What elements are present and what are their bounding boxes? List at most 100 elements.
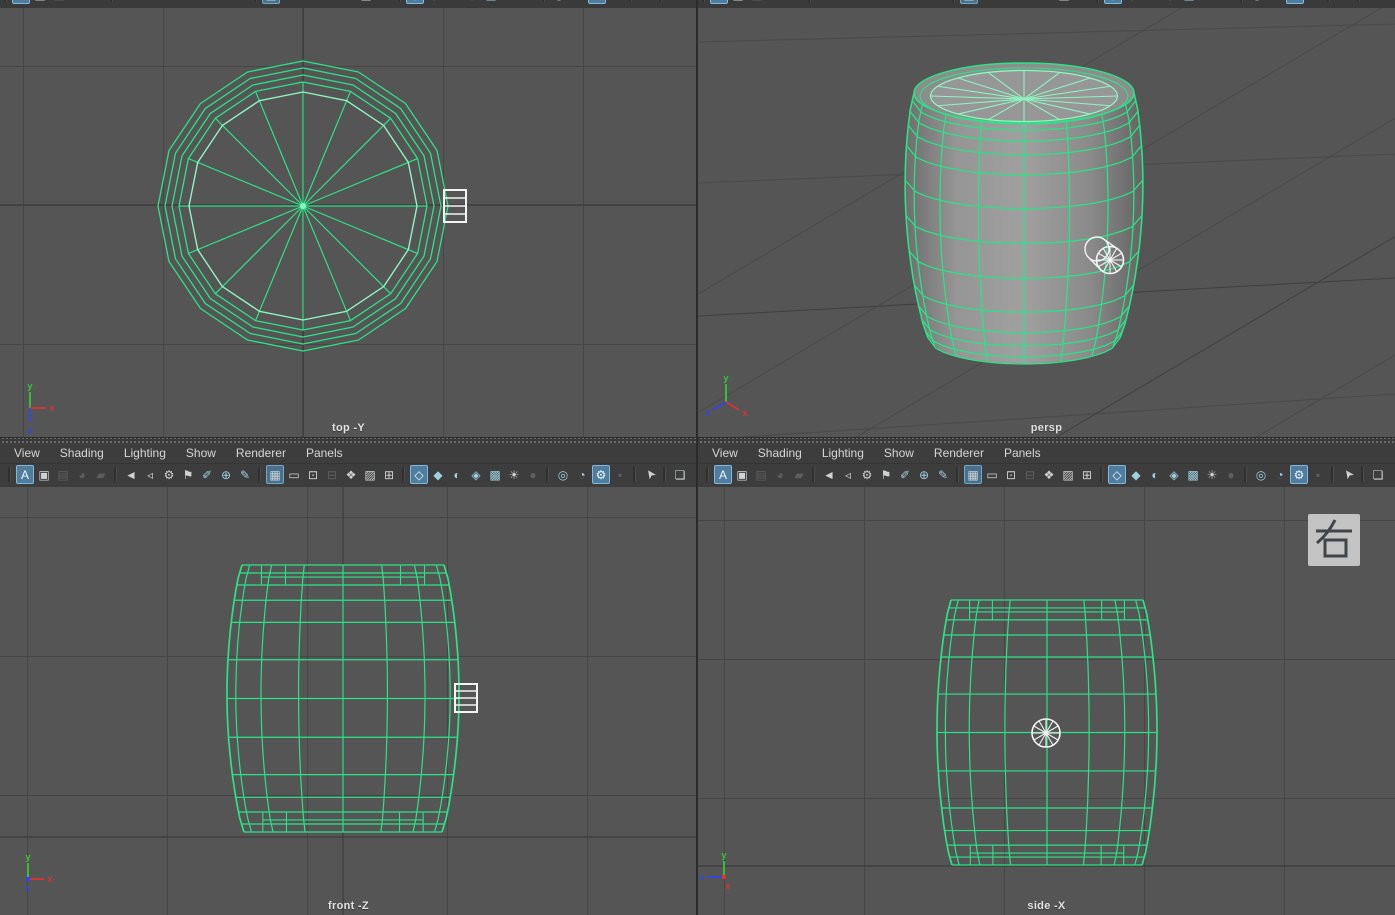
marquee-select-icon[interactable]: ▣ <box>35 465 53 484</box>
gate-mask-icon[interactable]: ⊟ <box>319 0 337 4</box>
default-lighting-icon[interactable]: ☀ <box>501 0 519 4</box>
smooth-shade-icon[interactable]: ◆ <box>425 0 443 4</box>
camera-attributes-icon[interactable]: ⚙ <box>160 465 178 484</box>
lock-camera-icon[interactable]: ◃ <box>835 0 853 4</box>
select-camera-icon[interactable]: ◄ <box>122 465 140 484</box>
field-chart-icon[interactable]: ❖ <box>338 0 356 4</box>
grid-toggle-icon[interactable]: ▦ <box>262 0 280 4</box>
menu-shading[interactable]: Shading <box>60 443 104 464</box>
grease-pencil-icon[interactable]: ✐ <box>194 0 212 4</box>
viewport-front[interactable]: yxz front -Z <box>0 487 697 915</box>
wireframe-display-icon[interactable]: ◇ <box>1108 465 1126 484</box>
film-gate-icon[interactable]: ▭ <box>979 0 997 4</box>
annotate-pencil-icon[interactable]: ✎ <box>930 0 948 4</box>
select-camera-icon[interactable]: ◄ <box>816 0 834 4</box>
default-lighting-icon[interactable]: ☀ <box>1199 0 1217 4</box>
safe-title-icon[interactable]: ⊞ <box>1074 0 1092 4</box>
wireframe-display-icon[interactable]: ◇ <box>1104 0 1122 4</box>
panel-layout-icon[interactable]: ❏ <box>671 465 689 484</box>
menu-panels[interactable]: Panels <box>306 443 343 464</box>
shadows-toggle-icon[interactable]: ● <box>1218 0 1236 4</box>
barrel-object[interactable] <box>227 565 459 832</box>
select-camera-icon[interactable]: ◄ <box>118 0 136 4</box>
gamma-icon[interactable]: ◔ <box>1271 465 1289 484</box>
paint-select-icon[interactable]: ◕ <box>767 0 785 4</box>
wireframe-display-icon[interactable]: ◇ <box>406 0 424 4</box>
menu-view[interactable]: View <box>712 443 738 464</box>
menu-show[interactable]: Show <box>884 443 914 464</box>
lasso-select-icon[interactable]: ▤ <box>748 0 766 4</box>
wireframe-on-shaded-icon[interactable]: ▩ <box>1180 0 1198 4</box>
flat-shade-icon[interactable]: ◐ <box>1142 0 1160 4</box>
shadows-toggle-icon[interactable]: ● <box>524 465 542 484</box>
menu-renderer[interactable]: Renderer <box>236 443 286 464</box>
wireframe-on-shaded-icon[interactable]: ▩ <box>486 465 504 484</box>
viewport-renderer-settings-icon[interactable]: ⚙ <box>588 0 606 4</box>
exposure-icon[interactable]: ◎ <box>550 0 568 4</box>
soft-select-icon[interactable]: ▰ <box>92 465 110 484</box>
cylinder-object[interactable] <box>444 190 466 222</box>
gamma-icon[interactable]: ◔ <box>569 0 587 4</box>
smooth-shade-icon[interactable]: ◆ <box>1127 465 1145 484</box>
grid-toggle-icon[interactable]: ▦ <box>964 465 982 484</box>
safe-title-icon[interactable]: ⊞ <box>1078 465 1096 484</box>
field-chart-icon[interactable]: ❖ <box>1036 0 1054 4</box>
wireframe-on-shaded-icon[interactable]: ▩ <box>482 0 500 4</box>
viewport-side[interactable]: yzx side -X <box>698 487 1395 915</box>
exposure-icon[interactable]: ◎ <box>1252 465 1270 484</box>
film-gate-icon[interactable]: ▭ <box>285 465 303 484</box>
lock-camera-icon[interactable]: ◃ <box>137 0 155 4</box>
safe-title-icon[interactable]: ⊞ <box>380 465 398 484</box>
debug-shading-icon[interactable]: ▪ <box>1309 465 1327 484</box>
menu-view[interactable]: View <box>14 443 40 464</box>
textured-display-icon[interactable]: ◈ <box>1165 465 1183 484</box>
image-plane-toggle-icon[interactable]: ▨ <box>1055 0 1073 4</box>
viewport-renderer-settings-icon[interactable]: ⚙ <box>1290 465 1308 484</box>
lock-camera-icon[interactable]: ◃ <box>141 465 159 484</box>
select-tool-icon[interactable]: A <box>714 465 732 484</box>
annotate-pencil-icon[interactable]: ✎ <box>934 465 952 484</box>
debug-shading-icon[interactable]: ▪ <box>1305 0 1323 4</box>
soft-select-icon[interactable]: ▰ <box>790 465 808 484</box>
lasso-select-icon[interactable]: ▤ <box>752 465 770 484</box>
camera-attributes-icon[interactable]: ⚙ <box>854 0 872 4</box>
bookmark-icon[interactable]: ⚑ <box>175 0 193 4</box>
grease-pencil-icon[interactable]: ✐ <box>896 465 914 484</box>
menu-lighting[interactable]: Lighting <box>124 443 166 464</box>
soft-select-icon[interactable]: ▰ <box>786 0 804 4</box>
panel-layout-icon[interactable]: ❏ <box>1365 0 1383 4</box>
debug-shading-icon[interactable]: ▪ <box>611 465 629 484</box>
paint-select-icon[interactable]: ◕ <box>771 465 789 484</box>
resolution-gate-icon[interactable]: ⊡ <box>300 0 318 4</box>
panel-layout-icon[interactable]: ❏ <box>1369 465 1387 484</box>
safe-title-icon[interactable]: ⊞ <box>376 0 394 4</box>
viewport-persp[interactable]: yxz persp <box>698 8 1395 437</box>
cylinder-object-end-on[interactable] <box>1032 719 1060 747</box>
gate-mask-icon[interactable]: ⊟ <box>1017 0 1035 4</box>
bookmark-icon[interactable]: ⚑ <box>179 465 197 484</box>
textured-display-icon[interactable]: ◈ <box>463 0 481 4</box>
film-gate-icon[interactable]: ▭ <box>281 0 299 4</box>
barrel-object-top-view[interactable] <box>158 61 448 351</box>
soft-select-icon[interactable]: ▰ <box>88 0 106 4</box>
wireframe-on-shaded-icon[interactable]: ▩ <box>1184 465 1202 484</box>
smooth-shade-icon[interactable]: ◆ <box>429 465 447 484</box>
shadows-toggle-icon[interactable]: ● <box>1222 465 1240 484</box>
menu-show[interactable]: Show <box>186 443 216 464</box>
panel-layout-icon[interactable]: ❏ <box>667 0 685 4</box>
annotate-pencil-icon[interactable]: ✎ <box>232 0 250 4</box>
lock-camera-icon[interactable]: ◃ <box>839 465 857 484</box>
bookmark-icon[interactable]: ⚑ <box>873 0 891 4</box>
grease-pencil-icon[interactable]: ✐ <box>892 0 910 4</box>
viewport-renderer-settings-icon[interactable]: ⚙ <box>592 465 610 484</box>
default-lighting-icon[interactable]: ☀ <box>505 465 523 484</box>
annotate-pencil-icon[interactable]: ✎ <box>236 465 254 484</box>
marquee-select-icon[interactable]: ▣ <box>31 0 49 4</box>
smooth-shade-icon[interactable]: ◆ <box>1123 0 1141 4</box>
resolution-gate-icon[interactable]: ⊡ <box>304 465 322 484</box>
paint-select-icon[interactable]: ◕ <box>69 0 87 4</box>
lasso-select-icon[interactable]: ▤ <box>50 0 68 4</box>
menu-shading[interactable]: Shading <box>758 443 802 464</box>
flat-shade-icon[interactable]: ◐ <box>448 465 466 484</box>
image-plane-toggle-icon[interactable]: ▨ <box>361 465 379 484</box>
